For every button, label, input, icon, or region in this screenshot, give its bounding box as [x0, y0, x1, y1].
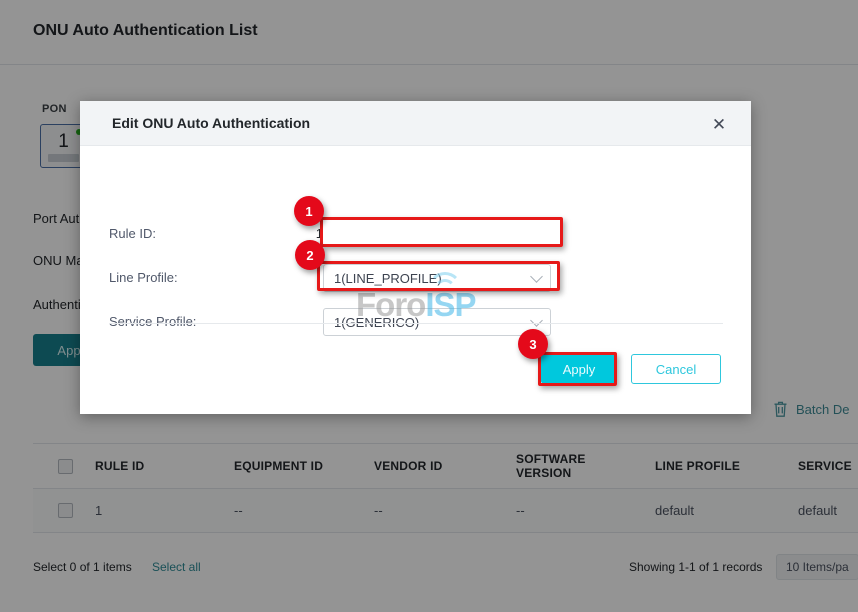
dialog-header: Edit ONU Auto Authentication ✕	[80, 101, 751, 146]
rule-id-value: 1	[315, 226, 323, 241]
line-profile-selected-value: 1(LINE_PROFILE)	[334, 270, 442, 286]
rule-id-label: Rule ID:	[109, 226, 156, 241]
line-profile-select[interactable]: 1(LINE_PROFILE)	[323, 264, 551, 292]
dialog-title: Edit ONU Auto Authentication	[112, 115, 311, 131]
dialog-footer: Apply Cancel	[80, 324, 751, 414]
annotation-badge-3: 3	[518, 329, 548, 359]
chevron-down-icon	[530, 270, 543, 283]
line-profile-label: Line Profile:	[109, 270, 178, 285]
edit-onu-auto-authentication-dialog: Edit ONU Auto Authentication ✕ Rule ID: …	[80, 101, 751, 414]
apply-button[interactable]: Apply	[541, 354, 617, 384]
dialog-body: Rule ID: 1 Line Profile: 1(LINE_PROFILE)…	[80, 146, 751, 346]
annotation-badge-1: 1	[294, 196, 324, 226]
cancel-button[interactable]: Cancel	[631, 354, 721, 384]
close-icon[interactable]: ✕	[709, 114, 729, 134]
annotation-badge-2: 2	[295, 240, 325, 270]
